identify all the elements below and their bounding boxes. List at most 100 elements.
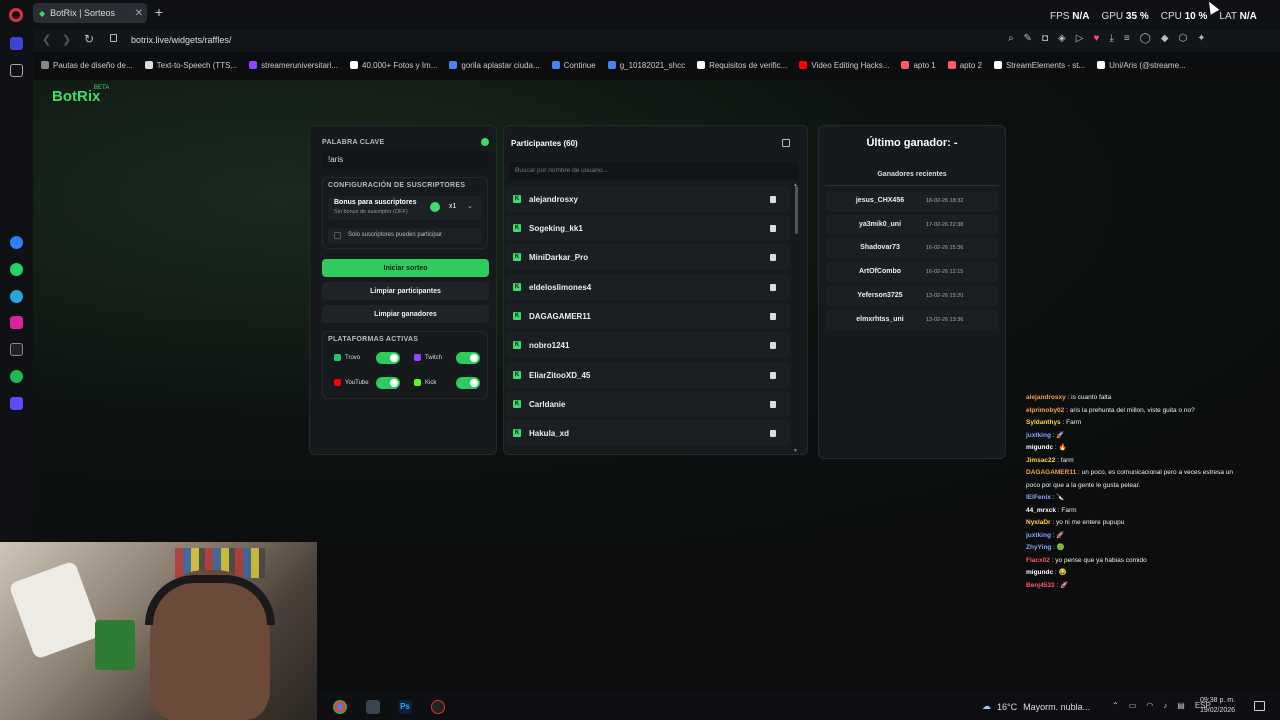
display-icon[interactable]: ▭ <box>1129 701 1137 710</box>
bookmark-item[interactable]: streameruniversitari... <box>249 61 338 70</box>
trash-icon[interactable] <box>770 196 776 203</box>
trash-icon[interactable] <box>770 225 776 232</box>
chat-text: poco por que a la gente le gusta pelear. <box>1026 481 1141 489</box>
profile-icon[interactable]: ◯ <box>1140 33 1151 44</box>
lock-icon[interactable] <box>110 34 117 42</box>
participant-row: K DAGAGAMER11 <box>505 303 790 329</box>
clear-winners-button[interactable]: Limpiar ganadores <box>322 305 489 323</box>
whatsapp-icon[interactable] <box>10 263 23 276</box>
chevron-up-icon[interactable]: ⌃ <box>1112 701 1119 710</box>
copy-icon[interactable] <box>782 139 790 147</box>
participants-scrollbar[interactable] <box>795 186 798 234</box>
ai-icon[interactable]: ✦ <box>1197 33 1205 44</box>
bookmark-label: Requisitos de verific... <box>709 60 788 70</box>
trovo-toggle[interactable] <box>376 352 400 364</box>
trash-icon[interactable] <box>770 342 776 349</box>
bookmark-item[interactable]: apto 2 <box>947 61 982 70</box>
extension-icon[interactable]: ◆ <box>1161 33 1169 44</box>
x-icon[interactable] <box>10 343 23 356</box>
url-field[interactable]: botrix.live/widgets/raffles/ <box>131 35 231 45</box>
weather-widget[interactable]: ☁ 16°C Mayorm. nubla... <box>982 701 1090 712</box>
trash-icon[interactable] <box>770 284 776 291</box>
participant-name: Sogeking_kk1 <box>529 223 583 233</box>
bookmark-item[interactable]: Requisitos de verific... <box>697 61 787 70</box>
winner-row: elmxrhtss_uni 13-02-26 13:36 <box>826 310 998 330</box>
twitch-toggle[interactable] <box>456 352 480 364</box>
bookmark-item[interactable]: Video Editing Hacks... <box>799 61 889 70</box>
trash-icon[interactable] <box>770 401 776 408</box>
bookmark-item[interactable]: apto 1 <box>901 61 936 70</box>
chrome-icon[interactable] <box>333 700 347 714</box>
bookmark-favicon-icon <box>249 61 258 69</box>
play-icon[interactable]: ▷ <box>1076 33 1084 44</box>
download-icon[interactable]: ⤓ <box>1109 33 1113 44</box>
bookmark-item[interactable]: 40.000+ Fotos y Im... <box>350 61 437 70</box>
bonus-multiplier-select[interactable]: x1 <box>449 203 456 210</box>
shield-icon[interactable]: ◈ <box>1058 33 1066 44</box>
kick-toggle[interactable] <box>456 377 480 389</box>
obs-icon[interactable] <box>431 700 445 714</box>
forward-icon[interactable]: ❯ <box>62 33 71 46</box>
opera-logo-icon[interactable] <box>9 8 23 22</box>
winner-date: 16-02-26 15:36 <box>926 245 964 251</box>
chevron-down-icon[interactable]: ⌄ <box>467 202 473 210</box>
trash-icon[interactable] <box>770 254 776 261</box>
chat-text: : Farm <box>1056 506 1077 514</box>
winner-date: 13-02-26 15:20 <box>926 293 964 299</box>
clock[interactable]: 09:38 p. m. 19/02/2026 <box>1200 696 1235 716</box>
bookmark-favicon-icon <box>901 61 910 69</box>
reload-icon[interactable]: ↻ <box>84 32 94 46</box>
volume-icon[interactable]: ♪ <box>1163 701 1167 710</box>
clear-participants-button[interactable]: Limpiar participantes <box>322 282 489 300</box>
participant-row: K EliarZitooXD_45 <box>505 362 790 388</box>
bookmark-item[interactable]: g_10182021_shcc <box>607 61 685 70</box>
bonus-toggle[interactable] <box>430 202 440 212</box>
explorer-icon[interactable] <box>366 700 380 714</box>
bookmark-item[interactable]: Uni/Aris (@streame... <box>1097 61 1186 70</box>
photoshop-icon[interactable]: Ps <box>398 700 412 714</box>
bookmark-favicon-icon <box>1097 61 1106 69</box>
new-tab-icon[interactable]: + <box>152 5 166 19</box>
trash-icon[interactable] <box>770 430 776 437</box>
subs-only-checkbox[interactable] <box>334 232 341 239</box>
player-icon[interactable] <box>10 397 23 410</box>
chat-username: lElFenix <box>1026 494 1051 501</box>
keyboard-icon[interactable]: ▤ <box>1177 701 1185 710</box>
bookmark-item[interactable]: Pautas de diseño de... <box>41 61 133 70</box>
browser-tab[interactable]: ◆ BotRix | Sorteos ✕ <box>33 3 147 23</box>
heart-icon[interactable]: ♥ <box>1093 33 1099 44</box>
start-raffle-button[interactable]: Iniciar sorteo <box>322 259 489 277</box>
spotify-icon[interactable] <box>10 370 23 383</box>
home-icon[interactable] <box>10 37 23 50</box>
trash-icon[interactable] <box>770 313 776 320</box>
menu-icon[interactable]: ≡ <box>1124 33 1130 44</box>
bookmark-item[interactable]: StreamElements - st... <box>993 61 1085 70</box>
star-icon[interactable] <box>10 64 23 77</box>
platform-youtube: YouTube <box>334 379 369 386</box>
notification-icon[interactable] <box>1254 701 1265 711</box>
participant-search-input[interactable]: Buscar por nombre de usuario... <box>509 162 799 180</box>
bookmark-item[interactable]: Text-to-Speech (TTS... <box>144 61 237 70</box>
youtube-toggle[interactable] <box>376 377 400 389</box>
camera-icon[interactable]: ◘ <box>1042 33 1048 44</box>
edit-icon[interactable]: ✎ <box>1024 33 1032 44</box>
tab-close-icon[interactable]: ✕ <box>135 8 143 19</box>
bookmark-item[interactable]: Continue <box>551 61 596 70</box>
bookmark-label: 40.000+ Fotos y Im... <box>362 60 438 70</box>
instagram-icon[interactable] <box>10 316 23 329</box>
scroll-down-icon[interactable]: ▼ <box>793 448 798 454</box>
messenger-icon[interactable] <box>10 236 23 249</box>
bookmark-item[interactable]: gorila aplastar ciuda... <box>449 61 540 70</box>
wifi-icon[interactable]: ◠ <box>1146 701 1153 710</box>
keyword-input[interactable]: !aris <box>322 151 488 169</box>
chat-text: : farm <box>1055 456 1074 464</box>
back-icon[interactable]: ❮ <box>42 33 51 46</box>
chat-username: juxtking <box>1026 431 1051 439</box>
search-icon[interactable]: ⌕ <box>1008 33 1014 44</box>
chat-username: Syldanthys <box>1026 419 1061 426</box>
cube-icon[interactable]: ⬡ <box>1179 33 1188 44</box>
chat-message: poco por que a la gente le gusta pelear. <box>1026 480 1280 493</box>
telegram-icon[interactable] <box>10 290 23 303</box>
trash-icon[interactable] <box>770 372 776 379</box>
platform-name: Kick <box>425 379 437 386</box>
